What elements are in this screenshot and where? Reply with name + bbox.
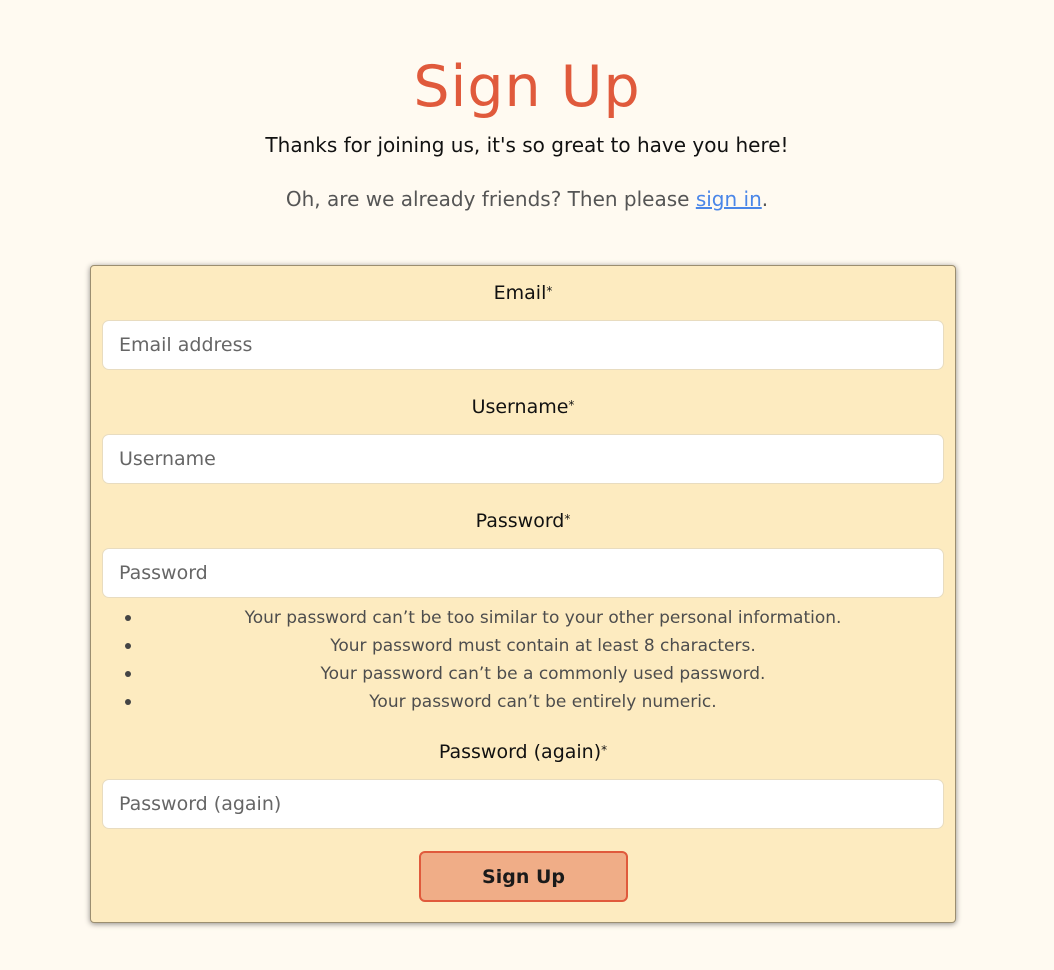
required-mark: *: [546, 284, 553, 298]
password-help-item: Your password must contain at least 8 ch…: [91, 632, 955, 660]
signin-prompt-suffix: .: [761, 187, 769, 211]
bullet-icon: [125, 699, 131, 705]
sign-in-link[interactable]: sign in: [696, 187, 762, 211]
password-help-item: Your password can’t be too similar to yo…: [91, 604, 955, 632]
required-mark: *: [601, 743, 608, 757]
email-input[interactable]: [102, 320, 944, 370]
password-help-item: Your password can’t be a commonly used p…: [91, 660, 955, 688]
password-help-text: Your password can’t be too similar to yo…: [244, 608, 842, 628]
email-label: Email*: [91, 280, 955, 306]
sign-up-button[interactable]: Sign Up: [419, 851, 628, 902]
password-again-label: Password (again)*: [91, 739, 955, 765]
password-help-text: Your password can’t be a commonly used p…: [320, 664, 766, 684]
password-help-list: Your password can’t be too similar to yo…: [91, 604, 955, 716]
signin-prompt-text: Oh, are we already friends? Then please: [285, 187, 696, 211]
required-mark: *: [568, 398, 575, 412]
password-label-text: Password: [475, 510, 565, 532]
username-input[interactable]: [102, 434, 944, 484]
bullet-icon: [125, 615, 131, 621]
bullet-icon: [125, 671, 131, 677]
username-label-text: Username: [471, 396, 569, 418]
username-label: Username*: [91, 394, 955, 420]
page-title: Sign Up: [413, 54, 641, 120]
bullet-icon: [125, 643, 131, 649]
signup-form: Email* Username* Password* Your password…: [90, 265, 956, 923]
password-input[interactable]: [102, 548, 944, 598]
required-mark: *: [564, 512, 571, 526]
password-help-text: Your password must contain at least 8 ch…: [330, 636, 756, 656]
password-again-label-text: Password (again): [438, 741, 602, 763]
password-help-item: Your password can’t be entirely numeric.: [91, 688, 955, 716]
password-label: Password*: [91, 508, 955, 534]
password-help-text: Your password can’t be entirely numeric.: [369, 692, 717, 712]
welcome-text: Thanks for joining us, it's so great to …: [265, 133, 789, 157]
password-again-input[interactable]: [102, 779, 944, 829]
signin-prompt: Oh, are we already friends? Then please …: [0, 185, 1054, 213]
email-label-text: Email: [493, 282, 547, 304]
